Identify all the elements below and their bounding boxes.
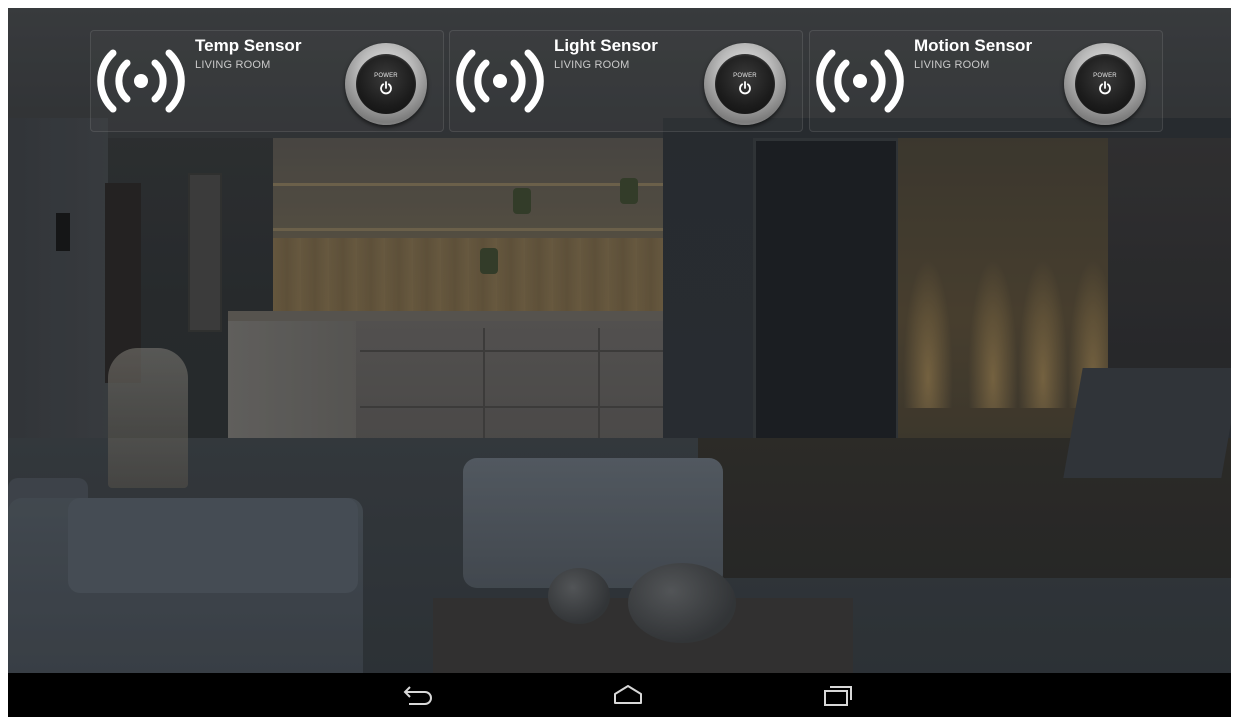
back-button[interactable]: [388, 677, 448, 713]
recent-apps-icon: [824, 686, 852, 706]
sensor-title: Temp Sensor: [195, 36, 302, 55]
wireless-signal-icon: [816, 49, 904, 113]
power-icon: [739, 81, 751, 95]
sensor-location: LIVING ROOM: [195, 59, 271, 71]
power-button-motion[interactable]: POWER: [1064, 43, 1146, 125]
power-button-face: POWER: [1075, 54, 1135, 114]
power-icon: [380, 81, 392, 95]
back-icon: [403, 686, 432, 705]
wireless-signal-icon: [97, 49, 185, 113]
sensor-location: LIVING ROOM: [914, 59, 990, 71]
power-label: POWER: [374, 73, 398, 79]
device-screen: Temp Sensor LIVING ROOM POWER Light Sens…: [8, 8, 1231, 717]
home-icon: [614, 685, 642, 704]
sensor-card-motion[interactable]: Motion Sensor LIVING ROOM POWER: [809, 30, 1163, 132]
power-label: POWER: [733, 73, 757, 79]
power-button-face: POWER: [715, 54, 775, 114]
power-button-light[interactable]: POWER: [704, 43, 786, 125]
power-icon: [1099, 81, 1111, 95]
sensor-title: Motion Sensor: [914, 36, 1033, 55]
sensor-card-temp[interactable]: Temp Sensor LIVING ROOM POWER: [90, 30, 444, 132]
recent-apps-button[interactable]: [808, 677, 868, 713]
sensor-card-light[interactable]: Light Sensor LIVING ROOM POWER: [449, 30, 803, 132]
sensor-title: Light Sensor: [554, 36, 658, 55]
power-button-face: POWER: [356, 54, 416, 114]
power-label: POWER: [1093, 73, 1117, 79]
sensor-card-list: Temp Sensor LIVING ROOM POWER Light Sens…: [8, 8, 1231, 138]
navigation-bar: [8, 673, 1231, 717]
sensor-location: LIVING ROOM: [554, 59, 630, 71]
power-button-temp[interactable]: POWER: [345, 43, 427, 125]
wireless-signal-icon: [456, 49, 544, 113]
home-button[interactable]: [598, 677, 658, 713]
